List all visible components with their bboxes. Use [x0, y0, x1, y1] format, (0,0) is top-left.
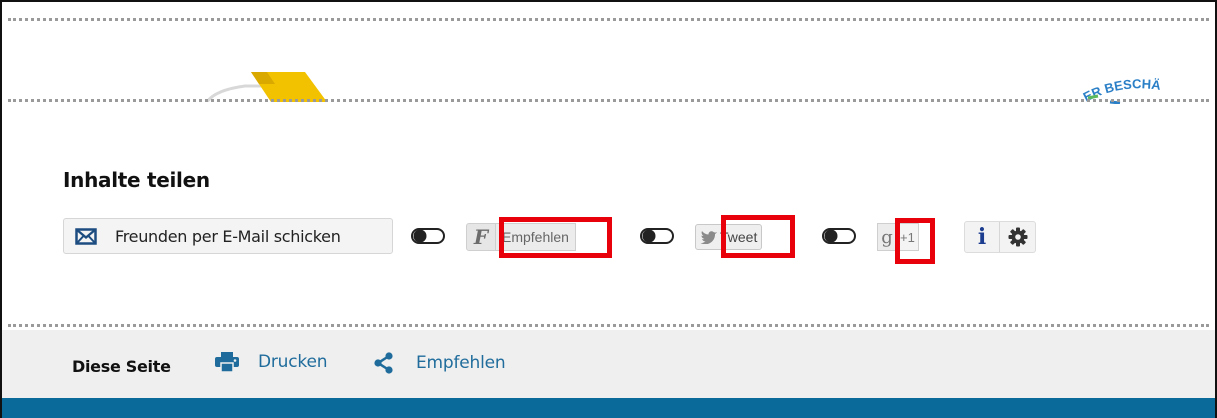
tweet-label: Tweet: [720, 229, 758, 245]
page-actions-bar: Diese Seite Drucken Empfehlen: [2, 330, 1215, 398]
printer-icon: [215, 352, 239, 372]
this-page-label: Diese Seite: [72, 357, 171, 376]
dotted-divider-upper: [8, 99, 1209, 102]
partial-ribbon-image: [205, 72, 335, 102]
facebook-recommend-button[interactable]: F Empfehlen: [466, 222, 611, 252]
email-share-label: Freunden per E-Mail schicken: [115, 226, 341, 246]
bottom-color-band: [2, 398, 1215, 418]
privacy-info-settings-group: i: [964, 221, 1036, 253]
share-icon: [374, 352, 393, 374]
twitter-bird-icon: [700, 231, 717, 244]
facebook-recommend-label: Empfehlen: [496, 223, 576, 251]
plus-one-label: +1: [897, 223, 919, 251]
facebook-toggle-switch[interactable]: [411, 228, 445, 244]
print-link-label: Drucken: [258, 352, 328, 372]
dotted-divider-lower: [8, 324, 1209, 327]
googleplus-toggle-switch[interactable]: [822, 228, 856, 244]
share-page-label: Empfehlen: [416, 353, 506, 373]
twitter-toggle-switch[interactable]: [640, 228, 674, 244]
dotted-divider-top: [8, 18, 1209, 21]
facebook-icon: F: [466, 223, 496, 251]
print-link[interactable]: Drucken: [215, 352, 327, 372]
twitter-tweet-button[interactable]: Tweet: [695, 222, 795, 252]
share-page-link[interactable]: Empfehlen: [374, 352, 506, 374]
googleplus-button[interactable]: g +1: [877, 222, 937, 252]
gear-icon[interactable]: [1000, 222, 1035, 252]
googleplus-icon: g: [877, 223, 897, 251]
share-section-title: Inhalte teilen: [63, 168, 210, 192]
info-icon[interactable]: i: [965, 222, 1001, 252]
envelope-icon: [75, 227, 97, 245]
email-share-button[interactable]: Freunden per E-Mail schicken: [63, 218, 393, 254]
